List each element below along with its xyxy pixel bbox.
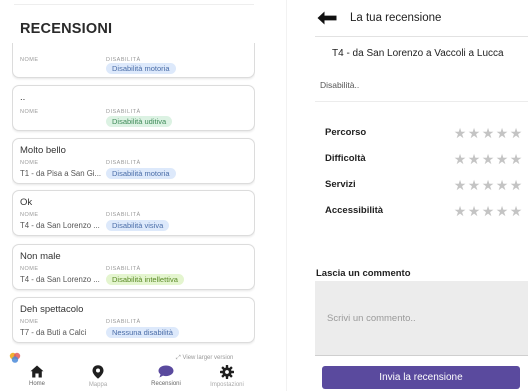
review-card[interactable]: NOME DISABILITÀ Disabilità motoria xyxy=(12,43,255,78)
rating-row-percorso: Percorso ★★★★★ xyxy=(325,125,525,141)
star-icon[interactable]: ★ xyxy=(467,204,481,218)
map-pin-icon xyxy=(92,365,104,379)
review-route: T4 - da San Lorenzo ... xyxy=(20,275,100,284)
star-rating[interactable]: ★★★★★ xyxy=(453,151,523,169)
nav-settings-label: Impostazioni xyxy=(210,382,244,388)
star-icon[interactable]: ★ xyxy=(453,204,467,218)
back-arrow-icon[interactable] xyxy=(317,11,337,25)
nome-label: NOME xyxy=(20,212,39,218)
star-icon[interactable]: ★ xyxy=(481,204,495,218)
review-title: Ok xyxy=(20,197,33,208)
review-card[interactable]: Ok NOME DISABILITÀ T4 - da San Lorenzo .… xyxy=(12,190,255,236)
rating-label: Servizi xyxy=(325,179,356,190)
star-icon[interactable]: ★ xyxy=(453,178,467,192)
rating-row-accessibilita: Accessibilità ★★★★★ xyxy=(325,203,525,219)
star-icon[interactable]: ★ xyxy=(509,178,523,192)
nav-map[interactable]: Mappa xyxy=(68,365,128,391)
comment-textarea[interactable]: Scrivi un commento.. xyxy=(315,281,528,356)
review-route: T7 - da Buti a Calci xyxy=(20,328,87,337)
nav-home[interactable]: Home xyxy=(7,365,67,391)
disability-badge: Nessuna disabilità xyxy=(106,327,179,338)
selected-route: T4 - da San Lorenzo a Vaccoli a Lucca xyxy=(332,48,504,59)
disability-badge: Disabilità intellettiva xyxy=(106,274,184,285)
page-title: La tua recensione xyxy=(350,12,442,24)
home-icon xyxy=(30,365,44,378)
reviews-list-screen: RECENSIONI NOME DISABILITÀ Disabilità mo… xyxy=(0,0,266,391)
nav-home-label: Home xyxy=(28,381,45,387)
star-icon[interactable]: ★ xyxy=(509,126,523,140)
gear-icon xyxy=(220,365,234,379)
section-divider xyxy=(315,101,528,102)
review-route: T1 - da Pisa a San Gi... xyxy=(20,169,102,178)
review-title: Deh spettacolo xyxy=(20,304,84,315)
review-route: T4 - da San Lorenzo ... xyxy=(20,221,100,230)
disabilita-label: DISABILITÀ xyxy=(106,319,141,325)
star-icon[interactable]: ★ xyxy=(467,126,481,140)
disabilita-label: DISABILITÀ xyxy=(106,212,141,218)
review-card[interactable]: .. NOME DISABILITÀ Disabilità uditiva xyxy=(12,85,255,131)
star-rating[interactable]: ★★★★★ xyxy=(453,177,523,195)
disabilita-label: DISABILITÀ xyxy=(106,160,141,166)
star-icon[interactable]: ★ xyxy=(495,126,509,140)
nome-label: NOME xyxy=(20,160,39,166)
disability-badge: Disabilità uditiva xyxy=(106,116,173,127)
disability-select[interactable]: Disabilità.. xyxy=(320,80,359,90)
star-icon[interactable]: ★ xyxy=(495,152,509,166)
view-larger-link[interactable]: ⤢ View larger version xyxy=(176,355,233,362)
rating-label: Percorso xyxy=(325,127,367,138)
disability-badge: Disabilità motoria xyxy=(106,63,176,74)
nome-label: NOME xyxy=(20,57,39,63)
star-icon[interactable]: ★ xyxy=(481,152,495,166)
star-rating[interactable]: ★★★★★ xyxy=(453,203,523,221)
nome-label: NOME xyxy=(20,266,39,272)
top-divider xyxy=(14,4,254,5)
rating-label: Accessibilità xyxy=(325,205,384,216)
rating-label: Difficoltà xyxy=(325,153,366,164)
review-card[interactable]: Molto bello NOME DISABILITÀ T1 - da Pisa… xyxy=(12,138,255,184)
screen-divider xyxy=(286,0,287,391)
star-icon[interactable]: ★ xyxy=(467,152,481,166)
page-title: RECENSIONI xyxy=(20,21,113,37)
disabilita-label: DISABILITÀ xyxy=(106,266,141,272)
nav-settings[interactable]: Impostazioni xyxy=(197,365,257,391)
star-icon[interactable]: ★ xyxy=(509,152,523,166)
star-icon[interactable]: ★ xyxy=(481,178,495,192)
header-divider xyxy=(315,36,528,37)
nome-label: NOME xyxy=(20,109,39,115)
nav-reviews-label: Recensioni xyxy=(151,381,181,387)
comment-label: Lascia un commento xyxy=(316,268,411,279)
write-review-screen: La tua recensione T4 - da San Lorenzo a … xyxy=(300,0,528,391)
nome-label: NOME xyxy=(20,319,39,325)
submit-review-button[interactable]: Invia la recensione xyxy=(322,366,520,389)
chat-bubble-icon xyxy=(158,365,174,378)
disability-badge: Disabilità visiva xyxy=(106,220,170,231)
review-title: Non male xyxy=(20,251,61,262)
disability-badge: Disabilità motoria xyxy=(106,168,176,179)
app-logo-icon xyxy=(9,352,21,363)
star-icon[interactable]: ★ xyxy=(467,178,481,192)
star-icon[interactable]: ★ xyxy=(509,204,523,218)
star-icon[interactable]: ★ xyxy=(495,178,509,192)
reviews-list[interactable]: NOME DISABILITÀ Disabilità motoria .. NO… xyxy=(12,43,255,348)
disabilita-label: DISABILITÀ xyxy=(106,109,141,115)
review-card[interactable]: Deh spettacolo NOME DISABILITÀ T7 - da B… xyxy=(12,297,255,343)
rating-row-difficolta: Difficoltà ★★★★★ xyxy=(325,151,525,167)
review-card[interactable]: Non male NOME DISABILITÀ T4 - da San Lor… xyxy=(12,244,255,290)
star-icon[interactable]: ★ xyxy=(481,126,495,140)
star-icon[interactable]: ★ xyxy=(453,126,467,140)
star-icon[interactable]: ★ xyxy=(495,204,509,218)
rating-row-servizi: Servizi ★★★★★ xyxy=(325,177,525,193)
review-title: Molto bello xyxy=(20,145,66,156)
nav-map-label: Mappa xyxy=(88,382,108,388)
star-icon[interactable]: ★ xyxy=(453,152,467,166)
nav-reviews[interactable]: Recensioni xyxy=(136,365,196,391)
star-rating[interactable]: ★★★★★ xyxy=(453,125,523,143)
review-title: .. xyxy=(20,92,26,103)
